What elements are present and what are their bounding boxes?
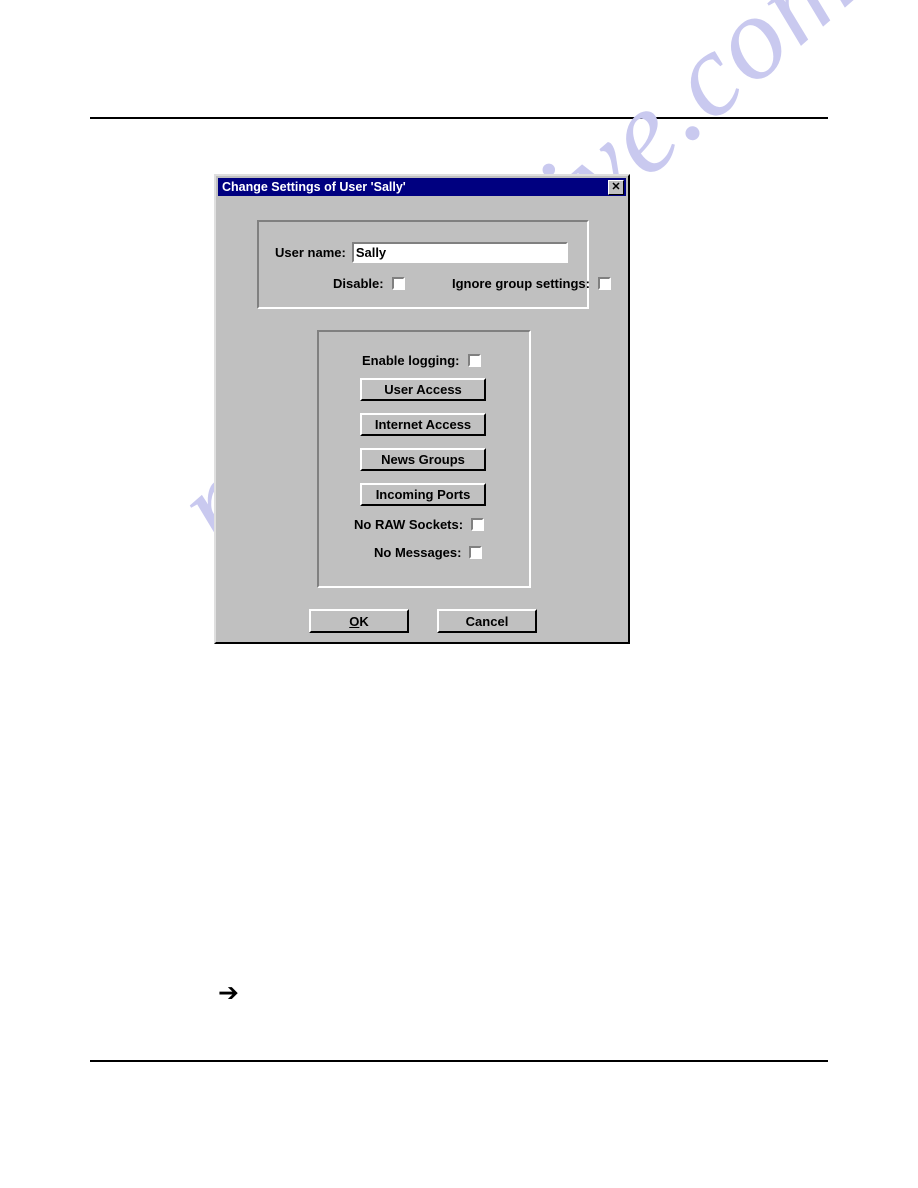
dialog-title: Change Settings of User 'Sally' xyxy=(222,180,406,194)
username-label: User name: xyxy=(275,245,346,260)
username-input[interactable]: Sally xyxy=(351,242,568,263)
internet-access-button[interactable]: Internet Access xyxy=(360,413,486,436)
ok-button[interactable]: OK xyxy=(309,609,409,633)
cancel-button[interactable]: Cancel xyxy=(437,609,537,633)
no-messages-label: No Messages: xyxy=(374,545,462,560)
username-row: User name: Sally xyxy=(275,242,568,263)
no-raw-sockets-checkbox[interactable] xyxy=(471,518,485,531)
no-raw-sockets-label: No RAW Sockets: xyxy=(354,517,464,532)
ok-button-rest: K xyxy=(359,613,369,629)
manual-page: manualshive.com ➔ Change Settings of Use… xyxy=(0,0,918,1188)
ok-button-accel: O xyxy=(349,613,360,629)
arrow-right-icon: ➔ xyxy=(218,978,239,1007)
change-user-settings-dialog: Change Settings of User 'Sally' ✕ User n… xyxy=(214,174,630,644)
dialog-titlebar: Change Settings of User 'Sally' ✕ xyxy=(218,178,626,196)
ignore-group-settings-label: Ignore group settings: xyxy=(452,276,590,291)
enable-logging-row: Enable logging: xyxy=(362,353,481,368)
close-icon[interactable]: ✕ xyxy=(608,179,624,195)
incoming-ports-button[interactable]: Incoming Ports xyxy=(360,483,486,506)
no-messages-checkbox[interactable] xyxy=(469,546,483,559)
disable-checkbox[interactable] xyxy=(391,277,405,290)
no-raw-sockets-row: No RAW Sockets: xyxy=(354,517,485,532)
page-footer-rule xyxy=(90,1060,828,1062)
ignore-group-settings-row: Ignore group settings: xyxy=(452,276,611,291)
enable-logging-checkbox[interactable] xyxy=(467,354,481,367)
identity-group-panel: User name: Sally Disable: Ignore group s… xyxy=(257,220,611,309)
news-groups-button[interactable]: News Groups xyxy=(360,448,486,471)
page-header-rule xyxy=(90,117,828,119)
enable-logging-label: Enable logging: xyxy=(362,353,460,368)
disable-row: Disable: xyxy=(333,276,405,291)
disable-label: Disable: xyxy=(333,276,384,291)
options-group-panel: Enable logging: User Access Internet Acc… xyxy=(317,330,531,588)
no-messages-row: No Messages: xyxy=(374,545,483,560)
ignore-group-settings-checkbox[interactable] xyxy=(597,277,611,290)
user-access-button[interactable]: User Access xyxy=(360,378,486,401)
